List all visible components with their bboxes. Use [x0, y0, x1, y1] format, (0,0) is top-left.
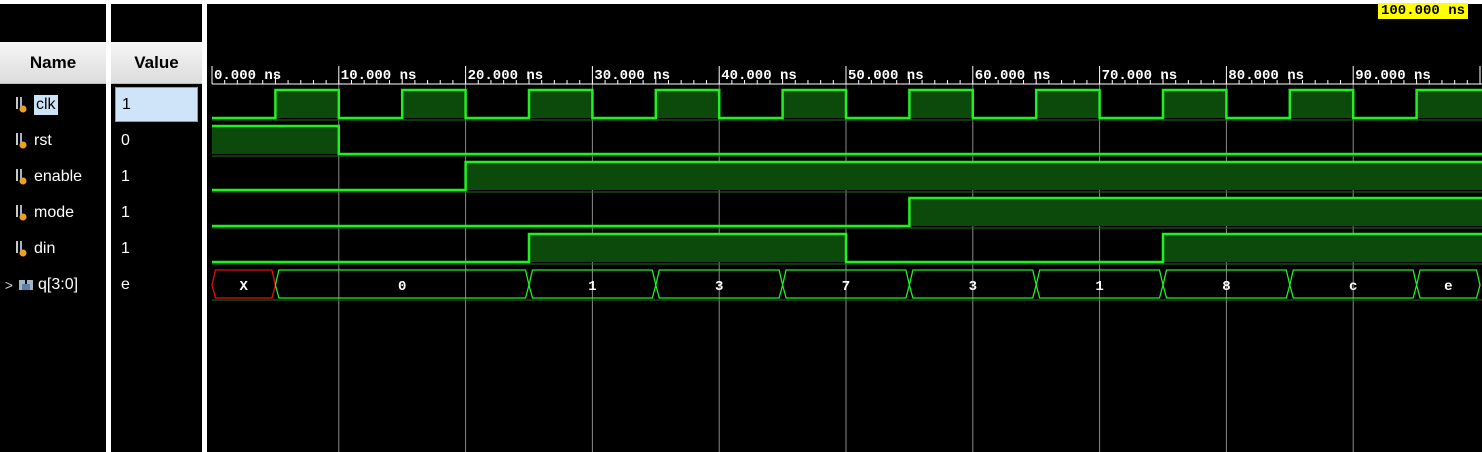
signal-name-label: mode — [34, 204, 75, 221]
signal-name-clk[interactable]: clk — [0, 87, 106, 123]
bit-signal-icon — [14, 240, 30, 258]
bus-value-label: 8 — [1222, 279, 1230, 295]
signal-name-label: din — [34, 240, 56, 257]
bit-signal-icon — [14, 168, 30, 186]
signal-value-rst[interactable]: 0 — [111, 123, 202, 159]
value-column-header[interactable]: Value — [111, 42, 202, 84]
signal-name-enable[interactable]: enable — [0, 159, 106, 195]
signal-name-mode[interactable]: mode — [0, 195, 106, 231]
signal-value-mode[interactable]: 1 — [111, 195, 202, 231]
bus-value-label: 0 — [398, 279, 406, 295]
bus-value-label: 1 — [1095, 279, 1103, 295]
bit-signal-icon — [14, 204, 30, 222]
ruler-label: 0.000 ns — [214, 68, 281, 84]
signal-value-enable[interactable]: 1 — [111, 159, 202, 195]
value-panel: Value 10111e — [111, 0, 202, 452]
wave-high-fill — [465, 162, 1482, 190]
signal-name-label: rst — [34, 132, 52, 149]
bus-value-label: 7 — [842, 279, 850, 295]
wave-high-fill — [1289, 90, 1354, 118]
signal-name-rst[interactable]: rst — [0, 123, 106, 159]
waveform-panel[interactable]: 1 0 0.000 ns 0.000 ns 10.000 ns 20.000 ns 30.… — [207, 0, 1482, 452]
wave-high-fill — [1163, 90, 1227, 118]
bus-value-label: X — [239, 279, 248, 295]
waveform-rst — [212, 124, 1482, 156]
wave-high-fill — [909, 198, 1482, 226]
wave-high-fill — [909, 90, 973, 118]
signal-value-q30[interactable]: e — [111, 267, 202, 303]
ruler-label: 60.000 ns — [975, 68, 1051, 84]
wave-high-fill — [529, 90, 593, 118]
bit-signal-icon — [14, 96, 30, 114]
signal-name-q30[interactable]: > q[3:0] — [0, 267, 106, 303]
bus-value-label: 1 — [588, 279, 596, 295]
ruler-label: 20.000 ns — [468, 68, 544, 84]
bus-value-label: c — [1349, 279, 1357, 295]
wave-high-fill — [655, 90, 720, 118]
name-column-header[interactable]: Name — [0, 42, 106, 84]
signal-name-label: q[3:0] — [38, 276, 79, 293]
ruler-label: 40.000 ns — [721, 68, 797, 84]
signal-name-din[interactable]: din — [0, 231, 106, 267]
wave-high-fill — [212, 126, 339, 154]
wave-high-fill — [1163, 234, 1482, 262]
wave-high-fill — [1036, 90, 1100, 118]
bus-value-label: e — [1444, 279, 1452, 295]
ruler-label: 90.000 ns — [1355, 68, 1431, 84]
wave-high-fill — [529, 234, 846, 262]
wave-high-fill — [782, 90, 846, 118]
ruler-label: 10.000 ns — [341, 68, 417, 84]
panel-top-border — [111, 0, 202, 4]
bus-value-label: 3 — [715, 279, 723, 295]
bus-value-label: 3 — [969, 279, 977, 295]
wave-high-fill — [275, 90, 339, 118]
bit-signal-icon — [14, 132, 30, 150]
ruler-label: 30.000 ns — [594, 68, 670, 84]
ruler-label: 80.000 ns — [1228, 68, 1304, 84]
signal-value-din[interactable]: 1 — [111, 231, 202, 267]
signal-name-label: clk — [34, 95, 58, 115]
name-panel: Name clk rst enable mode din > q[3:0] — [0, 0, 106, 452]
ruler-label: 50.000 ns — [848, 68, 924, 84]
panel-top-border — [0, 0, 106, 4]
waveform-canvas[interactable]: 0.000 ns 10.000 ns 20.000 ns 30.000 ns 40.00… — [207, 0, 1482, 452]
ruler-label: 70.000 ns — [1102, 68, 1178, 84]
bus-signal-icon — [18, 276, 34, 294]
wave-high-fill — [402, 90, 466, 118]
expand-chevron-icon[interactable]: > — [0, 277, 18, 293]
wave-high-fill — [1416, 90, 1482, 118]
signal-name-label: enable — [34, 168, 83, 185]
signal-value-clk[interactable]: 1 — [115, 87, 198, 122]
